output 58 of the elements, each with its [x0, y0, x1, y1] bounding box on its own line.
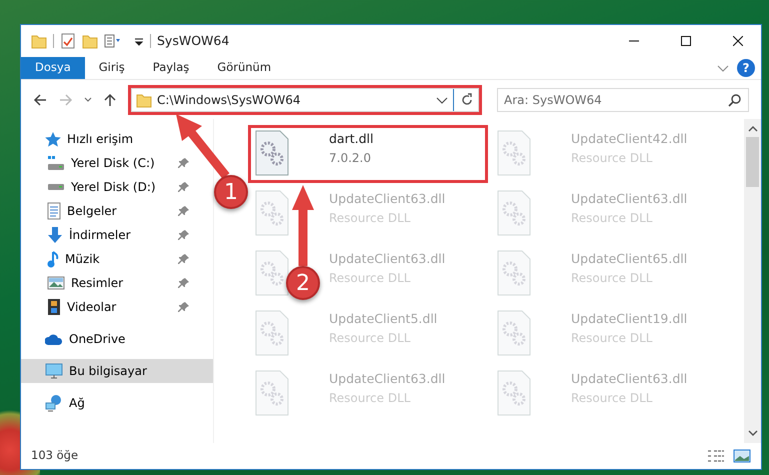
- download-arrow-icon: [47, 226, 63, 244]
- close-icon: [733, 36, 743, 46]
- pin-icon: [178, 277, 190, 289]
- star-icon: [45, 132, 61, 146]
- forward-icon: [58, 92, 74, 108]
- sidebar-item[interactable]: Bu bilgisayar: [21, 359, 213, 383]
- file-name[interactable]: dart.dll: [329, 130, 374, 149]
- maximize-icon: [681, 36, 691, 46]
- scroll-up-icon[interactable]: [748, 125, 758, 133]
- scroll-down-icon[interactable]: [748, 429, 758, 437]
- cloud-icon: [45, 332, 63, 346]
- new-folder-icon[interactable]: [82, 33, 98, 49]
- pin-icon: [178, 301, 190, 313]
- sidebar-item[interactable]: İndirmeler: [21, 223, 196, 247]
- scroll-thumb[interactable]: [746, 137, 759, 187]
- picture-icon: [47, 276, 65, 290]
- sidebar-item[interactable]: Ağ: [21, 391, 91, 415]
- document-icon: [47, 202, 61, 220]
- sidebar-item[interactable]: Resimler: [21, 271, 196, 295]
- window-title: SysWOW64: [157, 32, 230, 50]
- sidebar-item[interactable]: OneDrive: [21, 327, 132, 351]
- item-count: 103 öğe: [31, 447, 78, 464]
- pin-icon: [178, 157, 190, 169]
- monitor-icon: [45, 362, 63, 380]
- dll-file-gears-icon[interactable]: [255, 130, 289, 176]
- search-field[interactable]: Ara: SysWOW64: [497, 88, 749, 112]
- annotation-arrow: [176, 114, 230, 179]
- folder-icon: [136, 92, 152, 108]
- ribbon-tab[interactable]: Dosya: [21, 57, 85, 79]
- file-description: 7.0.2.0: [329, 150, 372, 167]
- large-icons-view-icon[interactable]: [733, 449, 751, 463]
- pin-icon: [178, 253, 190, 265]
- sidebar-item[interactable]: Videolar: [21, 295, 196, 319]
- ribbon-tab[interactable]: Giriş: [84, 57, 139, 79]
- address-path: C:\Windows\SysWOW64: [157, 92, 300, 108]
- sidebar-item[interactable]: Yerel Disk (D:): [21, 175, 196, 199]
- ribbon-tab[interactable]: Paylaş: [138, 57, 204, 79]
- folder-icon: [31, 33, 47, 49]
- sidebar-item[interactable]: Müzik: [21, 247, 196, 271]
- details-view-icon[interactable]: [707, 449, 725, 463]
- drive-icon: [47, 155, 65, 171]
- sidebar-item[interactable]: Belgeler: [21, 199, 196, 223]
- music-note-icon: [47, 250, 59, 268]
- sidebar-item[interactable]: Yerel Disk (C:): [21, 151, 196, 175]
- network-globe-icon: [45, 394, 63, 412]
- pin-icon: [178, 205, 190, 217]
- scrollbar[interactable]: [744, 119, 761, 443]
- sidebar-item[interactable]: Hızlı erişim: [21, 127, 140, 151]
- help-button[interactable]: ?: [737, 59, 755, 77]
- film-strip-icon: [47, 298, 61, 316]
- ribbon-tab[interactable]: Görünüm: [203, 57, 286, 79]
- up-icon: [102, 92, 118, 108]
- drive-icon: [47, 183, 65, 191]
- checklist-icon[interactable]: [60, 33, 76, 49]
- pin-icon: [178, 229, 190, 241]
- search-icon: [728, 92, 742, 106]
- pin-icon: [178, 181, 190, 193]
- back-icon: [32, 92, 48, 108]
